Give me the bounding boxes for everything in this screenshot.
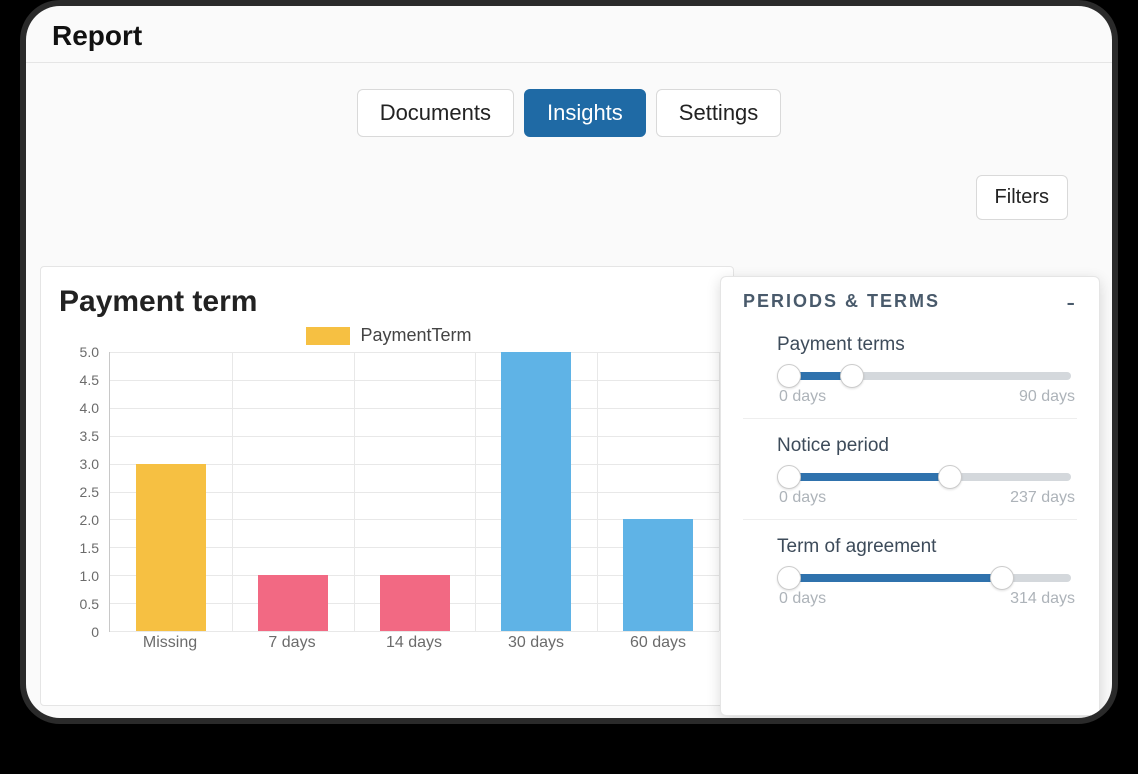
slider-track[interactable] xyxy=(783,473,1071,481)
slider-range-labels: 0 days 90 days xyxy=(777,388,1077,406)
tab-settings[interactable]: Settings xyxy=(656,89,782,137)
chart-bar[interactable] xyxy=(136,464,206,631)
gridline-h xyxy=(110,436,719,437)
y-axis: 00.51.01.52.02.53.03.54.04.55.0 xyxy=(65,352,105,632)
chart-area: 00.51.01.52.02.53.03.54.04.55.0 Missing7… xyxy=(65,352,719,652)
y-tick: 1.0 xyxy=(80,568,99,584)
y-tick: 0.5 xyxy=(80,596,99,612)
slider-group: Term of agreement 0 days 314 days xyxy=(743,520,1077,620)
chart-bar[interactable] xyxy=(501,352,571,631)
chart-legend: PaymentTerm xyxy=(59,325,719,346)
y-tick: 3.0 xyxy=(80,456,99,472)
x-tick-label: 30 days xyxy=(508,634,564,652)
y-tick: 2.5 xyxy=(80,484,99,500)
tab-insights[interactable]: Insights xyxy=(524,89,646,137)
chart-bar[interactable] xyxy=(258,575,328,631)
chart-bar[interactable] xyxy=(380,575,450,631)
y-tick: 2.0 xyxy=(80,512,99,528)
chart-title: Payment term xyxy=(59,285,719,319)
slider-min-label: 0 days xyxy=(779,590,826,608)
slider-min-label: 0 days xyxy=(779,489,826,507)
legend-swatch xyxy=(306,327,350,345)
y-tick: 5.0 xyxy=(80,344,99,360)
slider-group: Payment terms 0 days 90 days xyxy=(743,318,1077,419)
filters-button[interactable]: Filters xyxy=(976,175,1068,220)
gridline-v xyxy=(232,352,233,631)
y-tick: 4.0 xyxy=(80,400,99,416)
y-tick: 4.5 xyxy=(80,372,99,388)
slider-range-labels: 0 days 237 days xyxy=(777,489,1077,507)
gridline-h xyxy=(110,408,719,409)
slider-max-label: 90 days xyxy=(1019,388,1075,406)
tab-bar: Documents Insights Settings xyxy=(26,63,1112,147)
slider-handle-high[interactable] xyxy=(938,465,962,489)
panel-periods-terms: Periods & Terms - Payment terms 0 days 90 … xyxy=(720,276,1100,716)
x-tick-label: 14 days xyxy=(386,634,442,652)
panel-title: Periods & Terms xyxy=(743,291,940,312)
slider-handle-low[interactable] xyxy=(777,364,801,388)
slider-label: Notice period xyxy=(777,435,1077,457)
legend-label: PaymentTerm xyxy=(360,325,471,346)
slider-handle-high[interactable] xyxy=(990,566,1014,590)
x-tick-label: 60 days xyxy=(630,634,686,652)
slider-label: Term of agreement xyxy=(777,536,1077,558)
chart-bar[interactable] xyxy=(623,519,693,631)
slider-min-label: 0 days xyxy=(779,388,826,406)
tab-documents[interactable]: Documents xyxy=(357,89,514,137)
gridline-v xyxy=(597,352,598,631)
slider-range-labels: 0 days 314 days xyxy=(777,590,1077,608)
filters-row: Filters xyxy=(26,147,1112,230)
slider-max-label: 237 days xyxy=(1010,489,1075,507)
slider-group: Notice period 0 days 237 days xyxy=(743,419,1077,520)
y-tick: 3.5 xyxy=(80,428,99,444)
x-tick-label: Missing xyxy=(143,634,197,652)
chart-card-payment-term: Payment term PaymentTerm 0 0.5 1.0 1.5 2.0 2.… xyxy=(40,266,734,706)
slider-max-label: 314 days xyxy=(1010,590,1075,608)
x-tick-label: 7 days xyxy=(268,634,315,652)
slider-track[interactable] xyxy=(783,574,1071,582)
panel-collapse-button[interactable]: - xyxy=(1066,295,1077,309)
gridline-h xyxy=(110,352,719,353)
y-tick: 0 xyxy=(91,624,99,640)
gridline-h xyxy=(110,631,719,632)
gridline-v xyxy=(475,352,476,631)
slider-fill xyxy=(789,574,1002,582)
slider-handle-high[interactable] xyxy=(840,364,864,388)
slider-track[interactable] xyxy=(783,372,1071,380)
chart-plot xyxy=(109,352,719,632)
gridline-v xyxy=(354,352,355,631)
slider-label: Payment terms xyxy=(777,334,1077,356)
gridline-h xyxy=(110,380,719,381)
y-tick: 1.5 xyxy=(80,540,99,556)
page-title: Report xyxy=(26,6,1112,62)
slider-handle-low[interactable] xyxy=(777,566,801,590)
slider-fill xyxy=(789,473,950,481)
slider-handle-low[interactable] xyxy=(777,465,801,489)
x-axis-labels: Missing 7 days 14 days 30 days 60 days xyxy=(109,634,719,658)
app-screen: Report Documents Insights Settings Filte… xyxy=(26,6,1112,718)
